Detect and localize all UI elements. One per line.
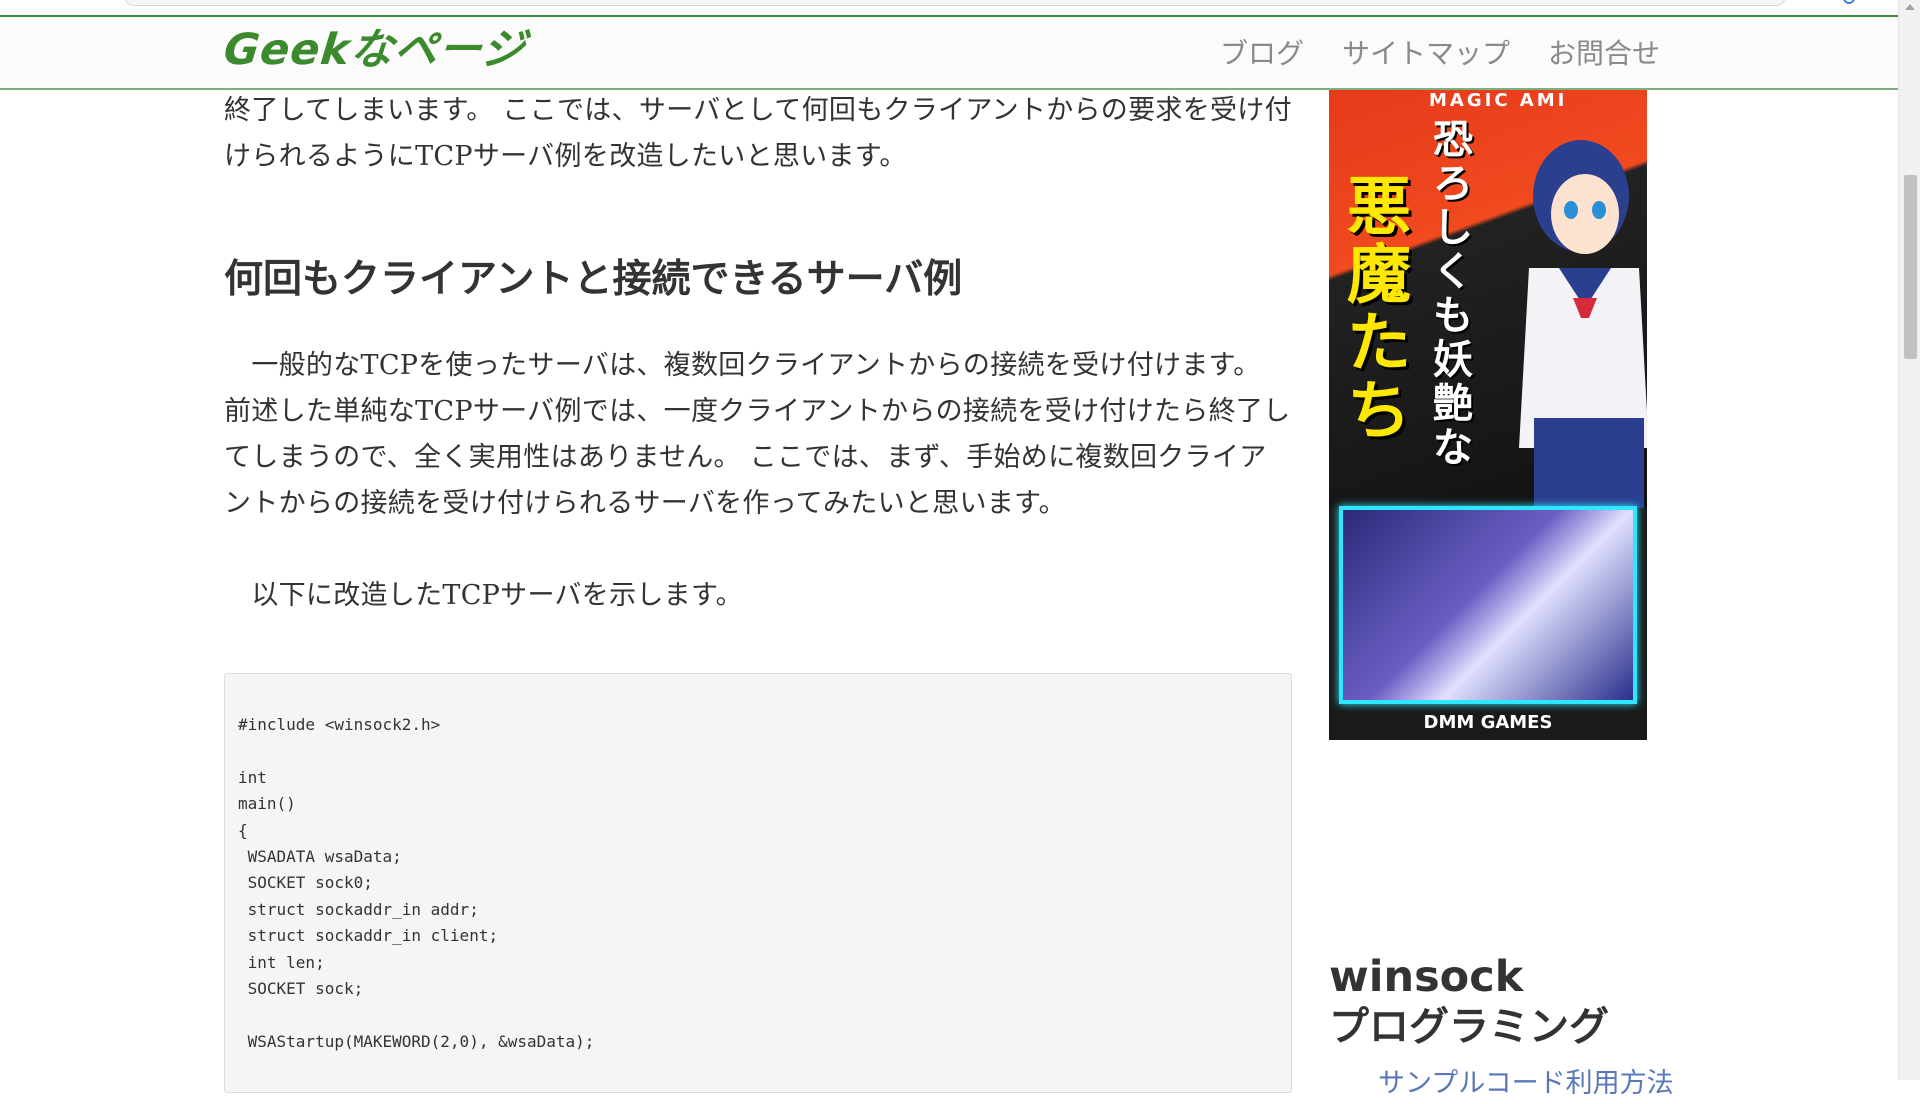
- code-block[interactable]: #include <winsock2.h> int main() { WSADA…: [224, 673, 1292, 1093]
- scrollbar-thumb[interactable]: [1904, 175, 1917, 359]
- sidebar-ad-banner[interactable]: MAGIC AMI 恐ろしくも妖艶な 悪魔たち DMM GAMES: [1329, 88, 1647, 740]
- ad-character-illustration: [1519, 140, 1647, 508]
- code-line: int: [238, 767, 267, 787]
- intro-paragraph: 終了してしまいます。 ここでは、サーバとして何回もクライアントからの要求を受け付…: [224, 95, 1292, 172]
- code-intro-paragraph: 以下に改造したTCPサーバを示します。: [224, 573, 1292, 619]
- code-line: WSADATA wsaData;: [238, 846, 402, 866]
- nav-link-sitemap[interactable]: サイトマップ: [1342, 36, 1510, 72]
- sidebar-link-sample-usage[interactable]: サンプルコード利用方法: [1378, 1064, 1674, 1104]
- ad-footer-brand: DMM GAMES: [1423, 712, 1553, 733]
- extension-icon[interactable]: [1843, 0, 1855, 4]
- sidebar-widget-title: winsock プログラミング: [1329, 952, 1609, 1052]
- code-line: main(): [238, 794, 296, 814]
- code-intro-text: 以下に改造したTCPサーバを示します。: [251, 580, 743, 611]
- ad-top-text: MAGIC AMI: [1429, 90, 1568, 111]
- page-scrollbar[interactable]: [1898, 0, 1920, 1080]
- address-bar[interactable]: [124, 0, 1786, 6]
- code-line: SOCKET sock0;: [238, 873, 373, 893]
- body-paragraph-text: 一般的なTCPを使ったサーバは、複数回クライアントからの接続を受け付けます。 前…: [224, 350, 1291, 519]
- ad-artwork-frame: [1339, 506, 1637, 704]
- scroll-up-arrow-icon[interactable]: [1905, 4, 1915, 10]
- ad-subtitle: 恐ろしくも妖艶な: [1433, 117, 1473, 471]
- code-line: WSAStartup(MAKEWORD(2,0), &wsaData);: [238, 1031, 595, 1051]
- code-line: struct sockaddr_in addr;: [238, 899, 479, 919]
- code-line: #include <winsock2.h>: [238, 715, 441, 734]
- section-heading: 何回もクライアントと接続できるサーバ例: [224, 257, 963, 302]
- widget-title-ja: プログラミング: [1329, 1004, 1609, 1050]
- widget-title-en: winsock: [1329, 952, 1524, 1002]
- site-logo[interactable]: Geekなページ: [221, 25, 528, 75]
- main-nav: ブログ サイトマップ お問合せ: [1220, 36, 1660, 72]
- site-header: Geekなページ ブログ サイトマップ お問合せ: [0, 15, 1898, 90]
- code-line: SOCKET sock;: [238, 978, 364, 998]
- ad-title: 悪魔たち: [1347, 171, 1411, 449]
- code-line: {: [238, 820, 248, 840]
- body-paragraph: 一般的なTCPを使ったサーバは、複数回クライアントからの接続を受け付けます。 前…: [224, 343, 1292, 527]
- article-body: 終了してしまいます。 ここでは、サーバとして何回もクライアントからの要求を受け付…: [224, 88, 1292, 619]
- code-line: struct sockaddr_in client;: [238, 926, 499, 946]
- nav-link-contact[interactable]: お問合せ: [1548, 36, 1660, 72]
- nav-link-blog[interactable]: ブログ: [1220, 36, 1304, 72]
- code-line: int len;: [238, 952, 325, 972]
